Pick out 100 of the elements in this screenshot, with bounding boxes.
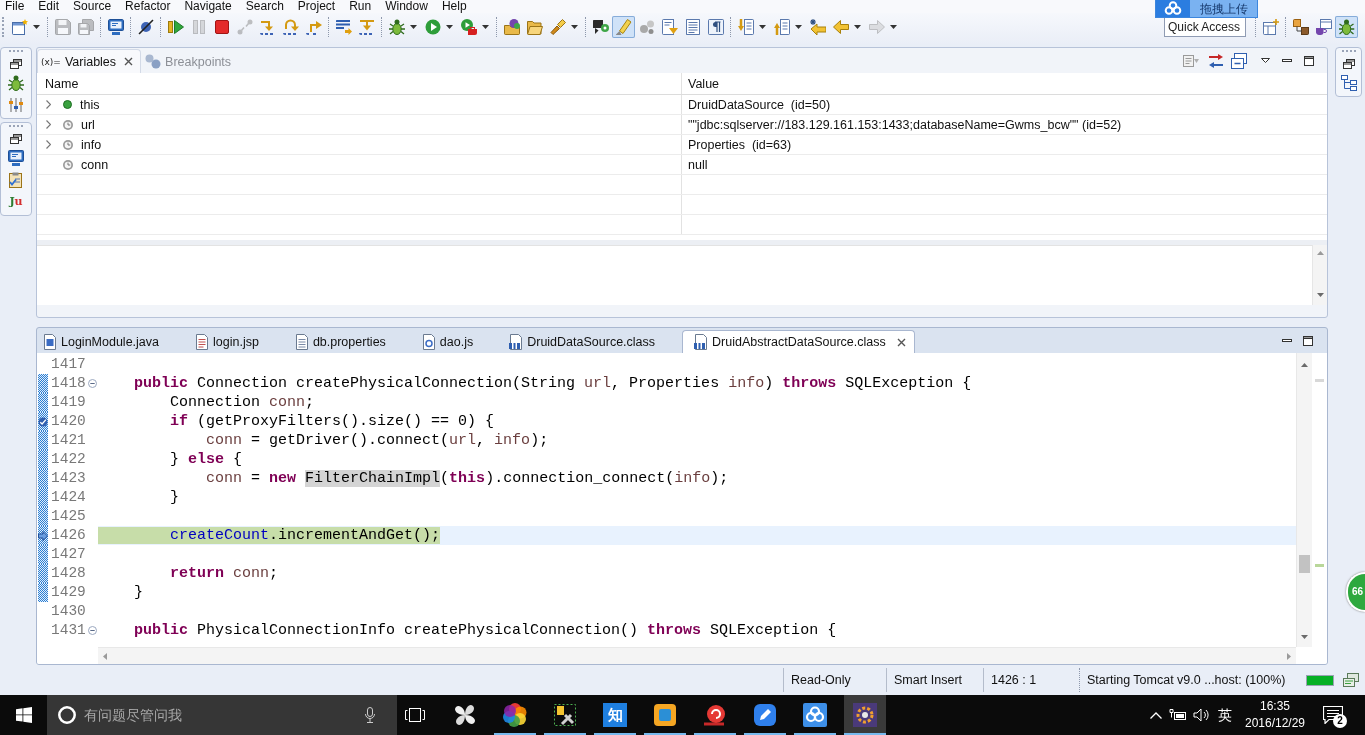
step-return-icon[interactable] <box>305 18 322 35</box>
caret-icon[interactable] <box>446 24 453 29</box>
caret-icon[interactable] <box>482 24 489 29</box>
scroll-up-icon[interactable] <box>1316 251 1324 255</box>
speaker-icon[interactable] <box>1193 708 1209 722</box>
editor-tab[interactable]: dao.js <box>416 330 505 353</box>
menu-item[interactable]: Source <box>73 0 112 13</box>
chevron-up-icon[interactable] <box>1150 711 1162 719</box>
menu-item[interactable]: Search <box>245 0 284 13</box>
search-box[interactable]: 有问题尽管问我 <box>47 695 397 735</box>
step-over-icon[interactable] <box>282 18 299 35</box>
minimize-icon[interactable] <box>1282 339 1292 342</box>
document-lines-icon[interactable] <box>1183 52 1199 69</box>
battery-plug-icon[interactable] <box>1169 708 1187 722</box>
editor-tab[interactable]: db.properties <box>289 330 417 353</box>
blocks-icon[interactable] <box>1292 18 1309 35</box>
folder-icon[interactable] <box>526 18 543 35</box>
editor-tab[interactable]: login.jsp <box>190 330 290 353</box>
resume-icon[interactable] <box>167 18 184 35</box>
variable-name[interactable]: info <box>81 137 102 152</box>
variable-name[interactable]: this <box>80 97 100 112</box>
quick-access-field[interactable]: Quick Access <box>1164 16 1246 37</box>
clock-time[interactable]: 16:35 <box>1260 698 1290 715</box>
tree-icon[interactable] <box>1340 75 1357 91</box>
scrollbar[interactable] <box>1312 245 1327 305</box>
up-arrow-icon[interactable] <box>773 18 790 35</box>
restore-icon[interactable] <box>1342 59 1355 69</box>
document-icon[interactable] <box>684 18 701 35</box>
close-icon[interactable] <box>124 57 134 66</box>
new-icon[interactable] <box>11 18 28 35</box>
scrollbar[interactable] <box>98 647 1296 664</box>
menu-item[interactable]: Edit <box>38 0 60 13</box>
microphone-icon[interactable] <box>365 707 375 723</box>
scroll-down-icon[interactable] <box>1316 293 1324 297</box>
ju-icon[interactable]: Ju <box>9 194 23 210</box>
variable-name[interactable]: url <box>81 117 95 132</box>
sliders-icon[interactable] <box>8 97 24 113</box>
bug-icon[interactable] <box>1335 15 1358 38</box>
caret-icon[interactable] <box>854 24 861 29</box>
taskbar-button[interactable]: 知 <box>594 695 636 735</box>
message-icon[interactable] <box>1323 706 1343 724</box>
frames-icon[interactable] <box>405 708 425 722</box>
bug-icon[interactable] <box>8 75 24 91</box>
monitor-icon[interactable] <box>107 18 124 35</box>
menu-item[interactable]: Window <box>385 0 428 13</box>
chevron-icon[interactable] <box>46 120 51 129</box>
view-menu-icon[interactable] <box>1261 58 1270 63</box>
caret-icon[interactable] <box>759 24 766 29</box>
scroll-left-icon[interactable] <box>103 652 107 660</box>
input-method-indicator[interactable]: 英 <box>1218 707 1232 723</box>
restore-icon[interactable] <box>10 59 22 69</box>
chevron-icon[interactable] <box>46 100 51 109</box>
pilcrow-icon[interactable] <box>707 18 724 35</box>
chevron-icon[interactable] <box>46 140 51 149</box>
monitor-icon[interactable] <box>8 150 24 166</box>
maximize-icon[interactable] <box>1304 55 1314 66</box>
play-toolbox-icon[interactable] <box>460 18 477 35</box>
column-header[interactable]: Value <box>688 76 720 91</box>
scroll-right-icon[interactable] <box>1287 652 1291 660</box>
slashed-dot-icon[interactable] <box>137 18 154 35</box>
collapse-all-icon[interactable] <box>1231 52 1247 69</box>
upload-button[interactable]: 拖拽上传 <box>1155 0 1258 18</box>
caret-icon[interactable] <box>795 24 802 29</box>
scrollbar[interactable] <box>1296 353 1312 647</box>
list-arrow-icon[interactable] <box>335 18 352 35</box>
maximize-icon[interactable] <box>1303 335 1313 346</box>
left-arrow-icon[interactable] <box>832 18 849 35</box>
search-field[interactable]: 有问题尽管问我 <box>84 705 357 725</box>
play-icon[interactable] <box>424 18 441 35</box>
variable-name[interactable]: conn <box>81 157 109 172</box>
scroll-up-icon[interactable] <box>1301 363 1308 367</box>
caret-icon[interactable] <box>33 24 40 29</box>
cup-window-icon[interactable] <box>1315 18 1332 35</box>
clock-date[interactable]: 2016/12/29 <box>1244 715 1306 732</box>
caret-icon[interactable] <box>410 24 417 29</box>
stop-icon[interactable] <box>213 18 230 35</box>
swap-arrows-icon[interactable] <box>1208 52 1224 69</box>
brush-icon[interactable] <box>549 18 566 35</box>
editor-tab[interactable]: LoginModule.java <box>38 330 190 353</box>
restore-icon[interactable] <box>10 134 22 144</box>
scroll-down-icon[interactable] <box>1301 635 1308 639</box>
document-arrow-icon[interactable] <box>661 18 678 35</box>
bar-arrow-icon[interactable] <box>358 18 375 35</box>
clipboard-check-icon[interactable] <box>8 172 24 188</box>
window-plus-icon[interactable] <box>1262 18 1279 35</box>
view-tab[interactable]: (x)= Variables <box>37 49 142 73</box>
menu-item[interactable]: Project <box>297 0 336 13</box>
dots-icon[interactable] <box>638 18 655 35</box>
star-left-arrow-icon[interactable] <box>809 18 826 35</box>
editor-tab[interactable]: DruidAbstractDataSource.class <box>682 330 915 353</box>
caret-icon[interactable] <box>571 24 578 29</box>
bug-icon[interactable] <box>388 18 405 35</box>
menu-item[interactable]: Help <box>441 0 467 13</box>
stacked-windows-icon[interactable] <box>1343 673 1359 687</box>
menu-item[interactable]: Run <box>349 0 372 13</box>
menu-item[interactable]: Refactor <box>125 0 171 13</box>
scrollbar-thumb[interactable] <box>1299 555 1310 573</box>
folder-ball-icon[interactable] <box>503 18 520 35</box>
flag-ring-icon[interactable] <box>592 18 609 35</box>
menu-item[interactable]: File <box>5 0 25 13</box>
